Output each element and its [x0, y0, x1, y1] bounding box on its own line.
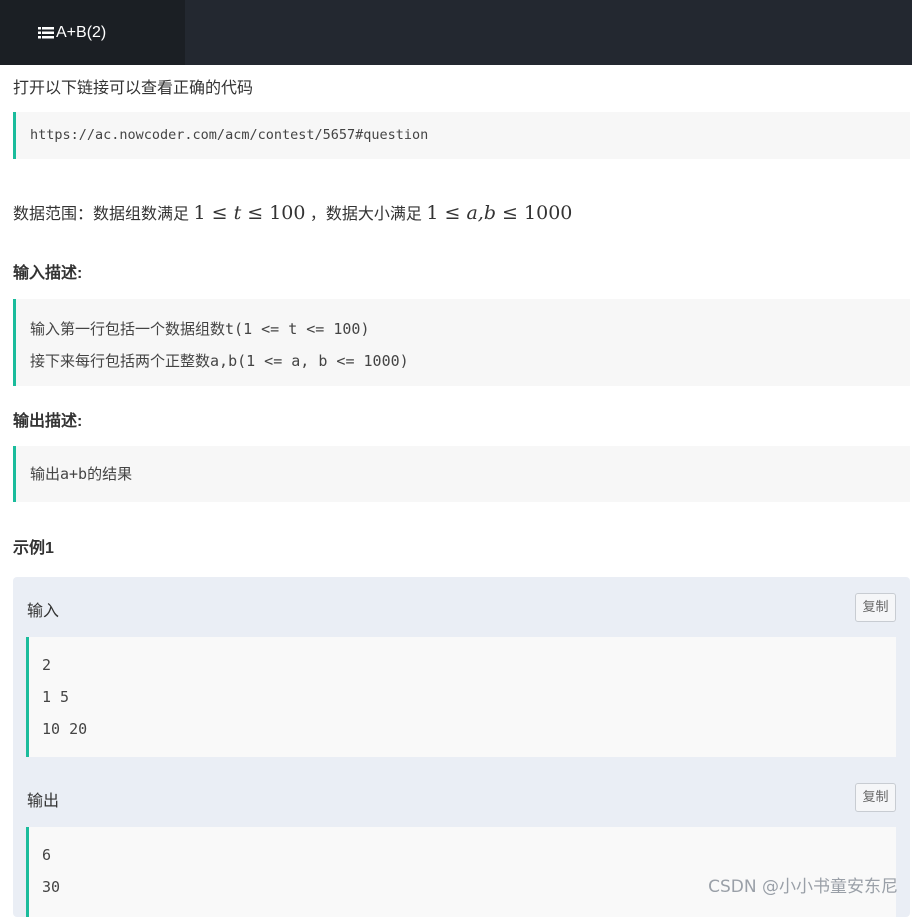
example-panel: 输入 复制 2 1 5 10 20 输出 复制 6 30 [13, 577, 910, 917]
input-description: 输入第一行包括一个数据组数t(1 <= t <= 100) 接下来每行包括两个正… [13, 299, 910, 386]
example-input-label: 输入 [27, 603, 60, 620]
example-input-line: 2 [42, 656, 52, 674]
example-heading: 示例1 [13, 540, 54, 557]
input-line-2: 接下来每行包括两个正整数a,b(1 <= a, b <= 1000) [30, 352, 409, 370]
example-output-line: 6 [42, 846, 52, 864]
example-input-line: 1 5 [42, 688, 70, 706]
copy-output-button[interactable]: 复制 [855, 783, 896, 812]
example-output-label: 输出 [27, 793, 60, 810]
problem-tab[interactable]: A+B(2) [0, 0, 185, 65]
example-input-code: 2 1 5 10 20 [26, 637, 896, 757]
intro-text: 打开以下链接可以查看正确的代码 [13, 80, 254, 97]
url-code-block: https://ac.nowcoder.com/acm/contest/5657… [13, 112, 910, 159]
output-text: 输出a+b的结果 [30, 465, 133, 483]
data-range: 数据范围：数据组数满足 1 ≤ t ≤ 100 ，数据大小满足 1 ≤ a,b … [13, 200, 572, 224]
input-line-1: 输入第一行包括一个数据组数t(1 <= t <= 100) [30, 320, 370, 338]
input-heading: 输入描述: [13, 265, 83, 282]
output-heading: 输出描述: [13, 413, 83, 430]
output-description: 输出a+b的结果 [13, 446, 910, 502]
solution-url[interactable]: https://ac.nowcoder.com/acm/contest/5657… [30, 127, 428, 143]
range-middle: ，数据大小满足 [309, 206, 422, 223]
watermark: CSDN @小小书童安东尼 [708, 877, 898, 897]
list-icon [38, 26, 54, 38]
example-input-line: 10 20 [42, 720, 88, 738]
t-range-formula: 1 ≤ t ≤ 100 [193, 202, 306, 224]
tab-title: A+B(2) [56, 23, 107, 41]
range-prefix: 数据范围：数据组数满足 [13, 206, 190, 223]
top-bar: A+B(2) [0, 0, 912, 65]
ab-range-formula: 1 ≤ a,b ≤ 1000 [426, 202, 573, 224]
copy-input-button[interactable]: 复制 [855, 593, 896, 622]
